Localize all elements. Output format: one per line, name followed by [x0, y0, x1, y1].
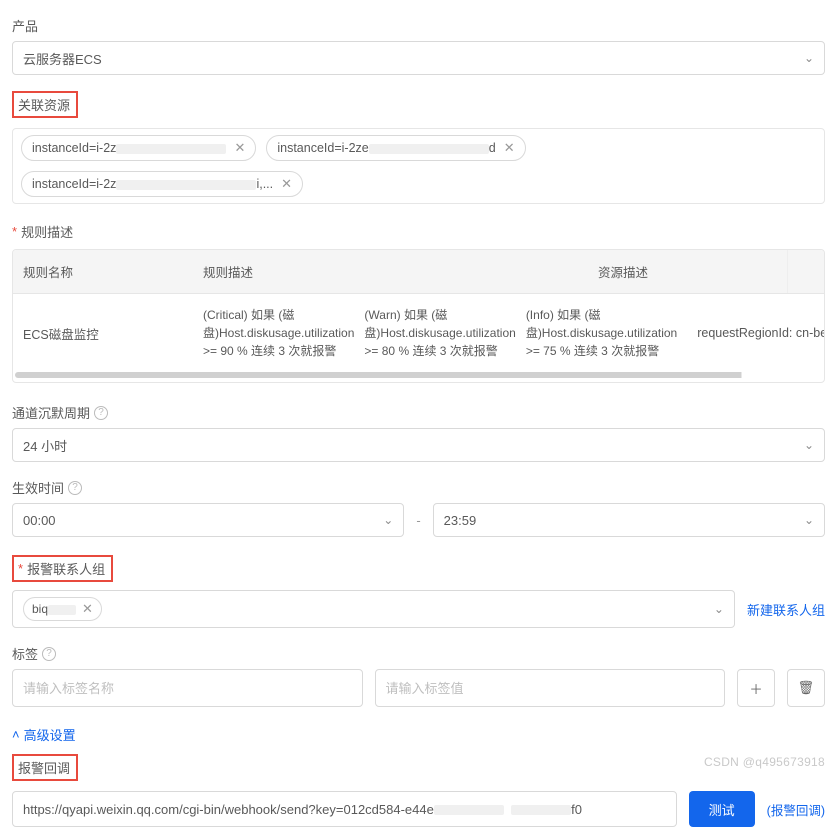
- product-select-value: 云服务器ECS: [23, 49, 102, 68]
- product-select[interactable]: 云服务器ECS ⌄: [12, 41, 825, 75]
- rule-table: 规则名称 规则描述 资源描述 ECS磁盘监控 (Critical) 如果 (磁盘…: [12, 249, 825, 383]
- close-icon[interactable]: ✕: [82, 601, 93, 617]
- test-button[interactable]: 测试: [689, 791, 755, 827]
- rule-desc-label: 规则描述: [12, 222, 825, 241]
- close-icon[interactable]: ✕: [504, 140, 515, 156]
- callback-label: 报警回调: [18, 758, 70, 777]
- watermark-text: CSDN @q495673918: [704, 755, 825, 769]
- related-resources-highlight: 关联资源: [12, 91, 78, 118]
- tag-delete-button[interactable]: 🗑: [787, 669, 825, 707]
- tag-value-input[interactable]: [375, 669, 726, 707]
- product-label: 产品: [12, 16, 825, 35]
- rule-table-header: 规则名称 规则描述 资源描述: [13, 250, 824, 294]
- callback-side-link[interactable]: (报警回调): [767, 800, 825, 819]
- chevron-down-icon: ⌄: [804, 513, 814, 527]
- related-resources-label: 关联资源: [18, 95, 70, 114]
- close-icon[interactable]: ✕: [234, 140, 245, 156]
- col-resource-desc: 资源描述: [588, 250, 788, 293]
- rule-resource-cell: requestRegionId: cn-beijing: [687, 294, 825, 372]
- col-rule-desc: 规则描述: [193, 250, 588, 293]
- rule-name-cell: ECS磁盘监控: [13, 294, 193, 372]
- chevron-down-icon: ⌄: [714, 602, 724, 616]
- horizontal-scrollbar[interactable]: [15, 372, 822, 378]
- chevron-down-icon: ⌄: [383, 513, 393, 527]
- effective-time-end-value: 23:59: [444, 513, 477, 528]
- effective-time-start-select[interactable]: 00:00 ⌄: [12, 503, 404, 537]
- callback-highlight: 报警回调: [12, 754, 78, 781]
- callback-url-text: https://qyapi.weixin.qq.com/cgi-bin/webh…: [23, 802, 582, 817]
- effective-time-start-value: 00:00: [23, 513, 56, 528]
- mute-period-select[interactable]: 24 小时 ⌄: [12, 428, 825, 462]
- resource-pill[interactable]: instanceId=i-2z ✕: [21, 135, 256, 161]
- col-rule-name: 规则名称: [13, 250, 193, 293]
- help-icon[interactable]: ?: [42, 647, 56, 661]
- mute-period-label: 通道沉默周期 ?: [12, 403, 825, 422]
- resource-pill-text: instanceId=i-2zed: [277, 141, 495, 155]
- chevron-down-icon: ⌄: [804, 51, 814, 65]
- advanced-settings-toggle[interactable]: ˄ 高级设置: [12, 725, 825, 744]
- trash-icon: 🗑: [798, 680, 815, 696]
- tag-name-input[interactable]: [12, 669, 363, 707]
- advanced-settings-label: 高级设置: [24, 725, 76, 744]
- resource-pill-text: instanceId=i-2z: [32, 141, 226, 155]
- contact-group-chip[interactable]: biq ✕: [23, 597, 102, 621]
- close-icon[interactable]: ✕: [281, 176, 292, 192]
- contact-group-chip-text: biq: [32, 602, 76, 616]
- contact-group-label: 报警联系人组: [18, 559, 105, 578]
- resource-pill[interactable]: instanceId=i-2zed ✕: [266, 135, 525, 161]
- effective-time-label: 生效时间 ?: [12, 478, 825, 497]
- effective-time-end-select[interactable]: 23:59 ⌄: [433, 503, 825, 537]
- chevron-up-icon: ˄: [12, 727, 20, 742]
- help-icon[interactable]: ?: [68, 481, 82, 495]
- chevron-down-icon: ⌄: [804, 438, 814, 452]
- related-resources-box[interactable]: instanceId=i-2z ✕ instanceId=i-2zed ✕ in…: [12, 128, 825, 204]
- plus-icon: ＋: [749, 679, 762, 698]
- resource-pill-text: instanceId=i-2zi,...: [32, 177, 273, 191]
- rule-desc-cell: (Critical) 如果 (磁盘)Host.diskusage.utiliza…: [203, 306, 677, 360]
- tag-add-button[interactable]: ＋: [737, 669, 775, 707]
- contact-group-highlight: 报警联系人组: [12, 555, 113, 582]
- time-range-separator: -: [416, 513, 420, 528]
- help-icon[interactable]: ?: [94, 406, 108, 420]
- resource-pill[interactable]: instanceId=i-2zi,... ✕: [21, 171, 303, 197]
- tags-label: 标签 ?: [12, 644, 825, 663]
- rule-table-row: ECS磁盘监控 (Critical) 如果 (磁盘)Host.diskusage…: [13, 294, 824, 372]
- contact-group-select[interactable]: biq ✕ ⌄: [12, 590, 735, 628]
- mute-period-value: 24 小时: [23, 436, 67, 455]
- new-contact-group-link[interactable]: 新建联系人组: [747, 600, 825, 619]
- callback-url-input[interactable]: https://qyapi.weixin.qq.com/cgi-bin/webh…: [12, 791, 677, 827]
